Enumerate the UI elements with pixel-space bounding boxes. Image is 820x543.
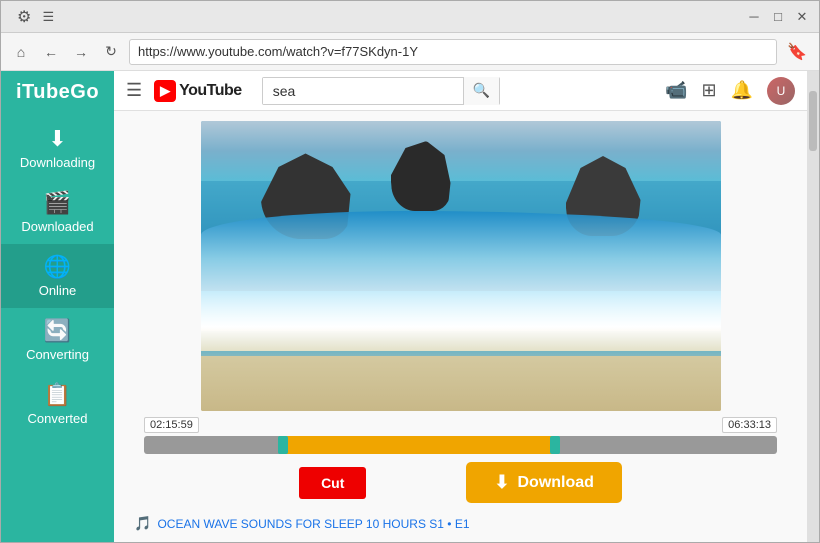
scrollbar-thumb[interactable] [809,91,817,151]
yt-logo-text: YouTube [179,82,242,100]
maximize-button[interactable]: □ [769,8,787,26]
bookmark-icon[interactable]: 🔖 [783,38,811,66]
downloading-icon: ⬇ [48,126,66,152]
yt-camera-icon[interactable]: 📹 [665,80,687,101]
ocean-foam [201,291,721,351]
video-caption: 🎵 OCEAN WAVE SOUNDS FOR SLEEP 10 HOURS S… [114,511,807,536]
yt-toolbar-right: 📹 ⊞ 🔔 U [665,77,795,105]
sidebar: iTubeGo ⬇ Downloading 🎬 Downloaded 🌐 Onl… [1,71,114,542]
window-controls: ─ □ ✕ [745,8,811,26]
sidebar-item-online[interactable]: 🌐 Online [1,244,114,308]
start-timestamp: 02:15:59 [144,417,199,433]
caption-text[interactable]: OCEAN WAVE SOUNDS FOR SLEEP 10 HOURS S1 … [157,517,469,531]
yt-avatar[interactable]: U [767,77,795,105]
url-text: https://www.youtube.com/watch?v=f77SKdyn… [138,44,418,59]
sidebar-item-downloaded[interactable]: 🎬 Downloaded [1,180,114,244]
forward-button[interactable]: → [69,40,93,64]
yt-search-button[interactable]: 🔍 [463,77,499,105]
sidebar-label-online: Online [39,283,77,298]
sidebar-label-converting: Converting [26,347,89,362]
sidebar-item-downloading[interactable]: ⬇ Downloading [1,116,114,180]
youtube-toolbar: ☰ ▶ YouTube 🔍 📹 ⊞ 🔔 U [114,71,807,111]
yt-search-input[interactable] [263,78,463,104]
video-container: 02:15:59 06:33:13 Cut ⬇ Download [114,111,807,542]
sidebar-item-converted[interactable]: 📋 Converted [1,372,114,436]
video-frame [201,121,721,411]
yt-logo-icon: ▶ [154,80,176,102]
minimize-button[interactable]: ─ [745,8,763,26]
sidebar-label-downloading: Downloading [20,155,95,170]
bottom-controls: Cut ⬇ Download [114,454,807,511]
settings-icon[interactable]: ⚙ [17,7,31,27]
title-bar: ⚙ ☰ ─ □ ✕ [1,1,819,33]
caption-music-icon: 🎵 [134,515,151,532]
sidebar-label-converted: Converted [28,411,88,426]
trimmer-active-range [283,436,555,454]
download-button[interactable]: ⬇ Download [466,462,622,503]
trimmer-handle-right[interactable] [550,436,560,454]
title-bar-left: ⚙ ☰ [9,7,745,27]
converting-icon: 🔄 [44,318,71,344]
downloaded-icon: 🎬 [44,190,71,216]
sidebar-label-downloaded: Downloaded [21,219,93,234]
yt-bell-icon[interactable]: 🔔 [731,80,753,101]
download-label: Download [517,474,593,492]
address-bar: ⌂ ← → ↻ https://www.youtube.com/watch?v=… [1,33,819,71]
refresh-button[interactable]: ↻ [99,40,123,64]
online-icon: 🌐 [44,254,71,280]
url-bar[interactable]: https://www.youtube.com/watch?v=f77SKdyn… [129,39,777,65]
video-background [201,121,721,411]
youtube-logo[interactable]: ▶ YouTube [154,80,242,102]
end-timestamp: 06:33:13 [722,417,777,433]
converted-icon: 📋 [44,382,71,408]
yt-menu-icon[interactable]: ☰ [126,80,142,101]
yt-grid-icon[interactable]: ⊞ [701,80,716,101]
back-button[interactable]: ← [39,40,63,64]
yt-search-box[interactable]: 🔍 [262,77,500,105]
trimmer-track[interactable] [144,436,777,454]
scrollbar[interactable] [807,71,819,542]
trimmer-timestamps: 02:15:59 06:33:13 [134,417,787,433]
sand [201,356,721,411]
browser-content: ☰ ▶ YouTube 🔍 📹 ⊞ 🔔 U [114,71,807,542]
sidebar-item-converting[interactable]: 🔄 Converting [1,308,114,372]
cut-button[interactable]: Cut [299,467,366,499]
app-window: ⚙ ☰ ─ □ ✕ ⌂ ← → ↻ https://www.youtube.co… [0,0,820,543]
app-logo: iTubeGo [16,81,99,104]
download-icon: ⬇ [494,472,509,493]
menu-icon[interactable]: ☰ [39,8,57,26]
trimmer-area: 02:15:59 06:33:13 [114,417,807,454]
close-button[interactable]: ✕ [793,8,811,26]
main-area: iTubeGo ⬇ Downloading 🎬 Downloaded 🌐 Onl… [1,71,819,542]
trimmer-handle-left[interactable] [278,436,288,454]
home-button[interactable]: ⌂ [9,40,33,64]
